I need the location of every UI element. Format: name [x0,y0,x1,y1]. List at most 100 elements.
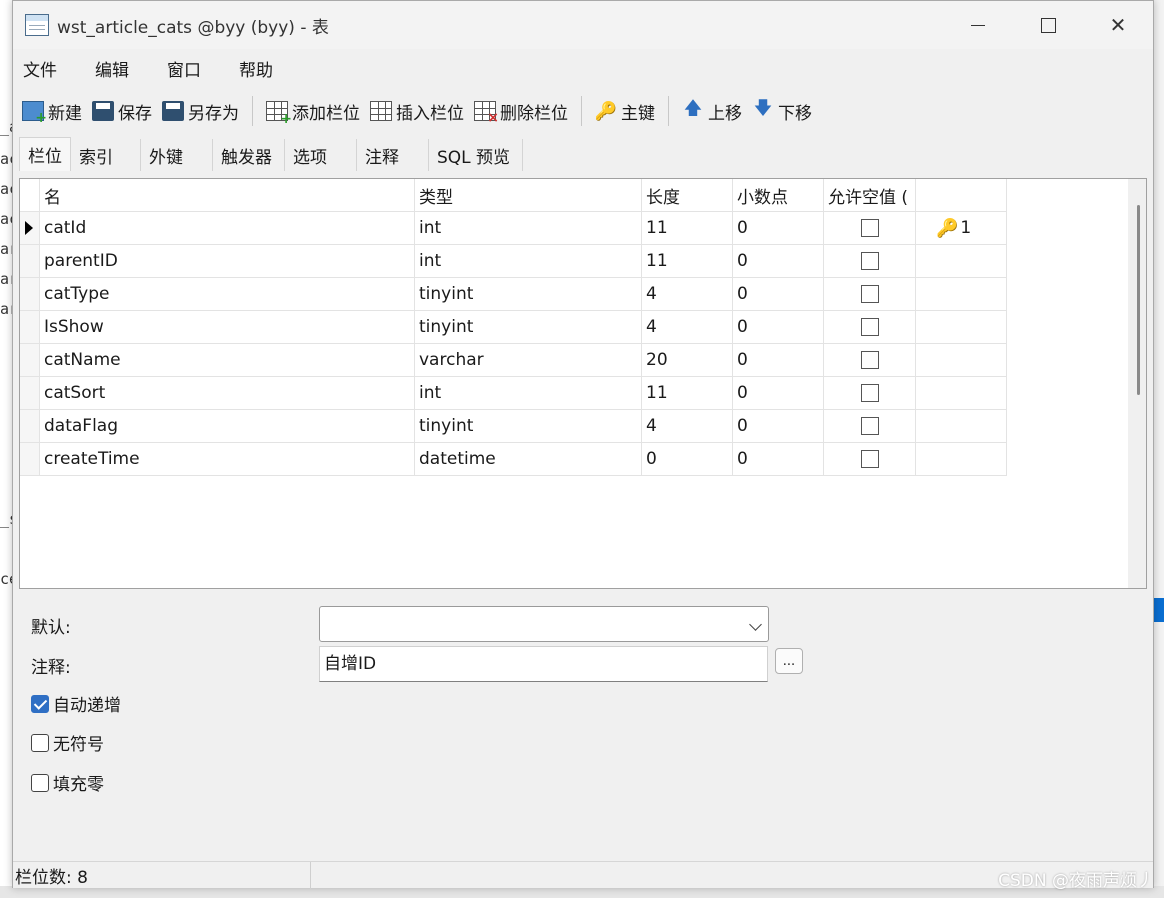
auto-increment-option[interactable]: 自动递增 [31,691,121,716]
cell-length[interactable]: 11 [642,377,733,410]
zerofill-checkbox[interactable] [31,773,49,792]
row-indicator [20,410,40,443]
zerofill-option[interactable]: 填充零 [31,770,104,795]
cell-type[interactable]: int [415,377,642,410]
tab-indexes[interactable]: 索引 [71,139,141,171]
comment-field[interactable]: 自增ID [319,646,768,682]
cell-decimals[interactable]: 0 [733,443,824,476]
cell-length[interactable]: 0 [642,443,733,476]
cell-length[interactable]: 20 [642,344,733,377]
maximize-button[interactable] [1013,1,1083,49]
vertical-scrollbar[interactable] [1128,179,1146,588]
allow-null-checkbox[interactable] [860,351,879,369]
unsigned-option[interactable]: 无符号 [31,730,104,755]
cell-type[interactable]: tinyint [415,410,642,443]
header-length[interactable]: 长度 [642,179,733,212]
cell-name[interactable]: createTime [40,443,415,476]
cell-name[interactable]: dataFlag [40,410,415,443]
menu-bar: 文件 编辑 窗口 帮助 [13,51,1153,85]
new-label: 新建 [48,103,82,124]
row-indicator [20,443,40,476]
table-row[interactable]: createTime datetime 0 0 [20,443,1007,476]
move-up-button[interactable]: 🡅 上移 [679,94,745,128]
cell-length[interactable]: 4 [642,278,733,311]
allow-null-checkbox[interactable] [860,219,879,237]
tab-options[interactable]: 选项 [285,139,357,171]
comment-editor-button[interactable]: ... [775,648,803,674]
cell-length[interactable]: 4 [642,410,733,443]
cell-decimals[interactable]: 0 [733,311,824,344]
new-button[interactable]: 新建 [19,94,85,128]
move-up-label: 上移 [708,103,742,124]
add-column-button[interactable]: 添加栏位 [263,94,363,128]
window-controls: ✕ [943,1,1153,49]
designer-tabs: 栏位 索引 外键 触发器 选项 注释 SQL 预览 [19,137,523,171]
cell-decimals[interactable]: 0 [733,212,824,245]
cell-type[interactable]: int [415,212,642,245]
scrollbar-thumb[interactable] [1137,205,1140,395]
cell-name[interactable]: catName [40,344,415,377]
save-as-button[interactable]: 另存为 [159,94,242,128]
table-header-row: 名 类型 长度 小数点 允许空值 ( [20,179,1007,212]
cell-name[interactable]: catId [40,212,415,245]
table-row[interactable]: catId int 11 0 🔑 1 [20,212,1007,245]
cell-type[interactable]: tinyint [415,311,642,344]
auto-increment-checkbox[interactable] [31,694,49,713]
close-button[interactable]: ✕ [1083,1,1153,49]
allow-null-checkbox[interactable] [860,318,879,336]
tab-triggers[interactable]: 触发器 [213,139,285,171]
allow-null-checkbox[interactable] [860,285,879,303]
cell-type[interactable]: tinyint [415,278,642,311]
cell-decimals[interactable]: 0 [733,278,824,311]
minimize-button[interactable] [943,1,1013,49]
cell-type[interactable]: datetime [415,443,642,476]
allow-null-checkbox[interactable] [860,450,879,468]
table-row[interactable]: catName varchar 20 0 [20,344,1007,377]
primary-key-label: 主键 [621,103,655,124]
default-select[interactable] [319,606,769,642]
cell-decimals[interactable]: 0 [733,410,824,443]
header-decimals[interactable]: 小数点 [733,179,824,212]
cell-decimals[interactable]: 0 [733,377,824,410]
save-button[interactable]: 保存 [89,94,155,128]
insert-column-button[interactable]: 插入栏位 [367,94,467,128]
table-row[interactable]: parentID int 11 0 [20,245,1007,278]
tab-comment[interactable]: 注释 [357,139,429,171]
move-down-button[interactable]: 🡇 下移 [749,94,815,128]
cell-length[interactable]: 11 [642,212,733,245]
cell-name[interactable]: catType [40,278,415,311]
allow-null-checkbox[interactable] [860,252,879,270]
primary-key-button[interactable]: 🔑 主键 [592,94,658,128]
cell-length[interactable]: 4 [642,311,733,344]
table-row[interactable]: dataFlag tinyint 4 0 [20,410,1007,443]
cell-type[interactable]: int [415,245,642,278]
menu-help[interactable]: 帮助 [229,56,283,81]
menu-file[interactable]: 文件 [13,56,67,81]
cell-decimals[interactable]: 0 [733,344,824,377]
tab-foreign-keys[interactable]: 外键 [141,139,213,171]
table-row[interactable]: catSort int 11 0 [20,377,1007,410]
title-bar[interactable]: wst_article_cats @byy (byy) - 表 ✕ [13,1,1153,49]
cell-name[interactable]: catSort [40,377,415,410]
header-name[interactable]: 名 [40,179,415,212]
unsigned-checkbox[interactable] [31,733,49,752]
cell-name[interactable]: IsShow [40,311,415,344]
delete-column-button[interactable]: 删除栏位 [471,94,571,128]
tab-sql-preview[interactable]: SQL 预览 [429,139,523,171]
menu-edit[interactable]: 编辑 [85,56,139,81]
cell-length[interactable]: 11 [642,245,733,278]
allow-null-checkbox[interactable] [860,384,879,402]
menu-window[interactable]: 窗口 [157,56,211,81]
table-row[interactable]: IsShow tinyint 4 0 [20,311,1007,344]
header-allow-null[interactable]: 允许空值 ( [824,179,916,212]
zerofill-label: 填充零 [53,775,104,795]
allow-null-checkbox[interactable] [860,417,879,435]
table-row[interactable]: catType tinyint 4 0 [20,278,1007,311]
cell-key [916,245,1007,278]
cell-name[interactable]: parentID [40,245,415,278]
columns-table: 名 类型 长度 小数点 允许空值 ( catId int 11 0 🔑 1 pa… [20,179,1007,476]
cell-type[interactable]: varchar [415,344,642,377]
cell-decimals[interactable]: 0 [733,245,824,278]
tab-columns[interactable]: 栏位 [19,137,71,171]
header-type[interactable]: 类型 [415,179,642,212]
